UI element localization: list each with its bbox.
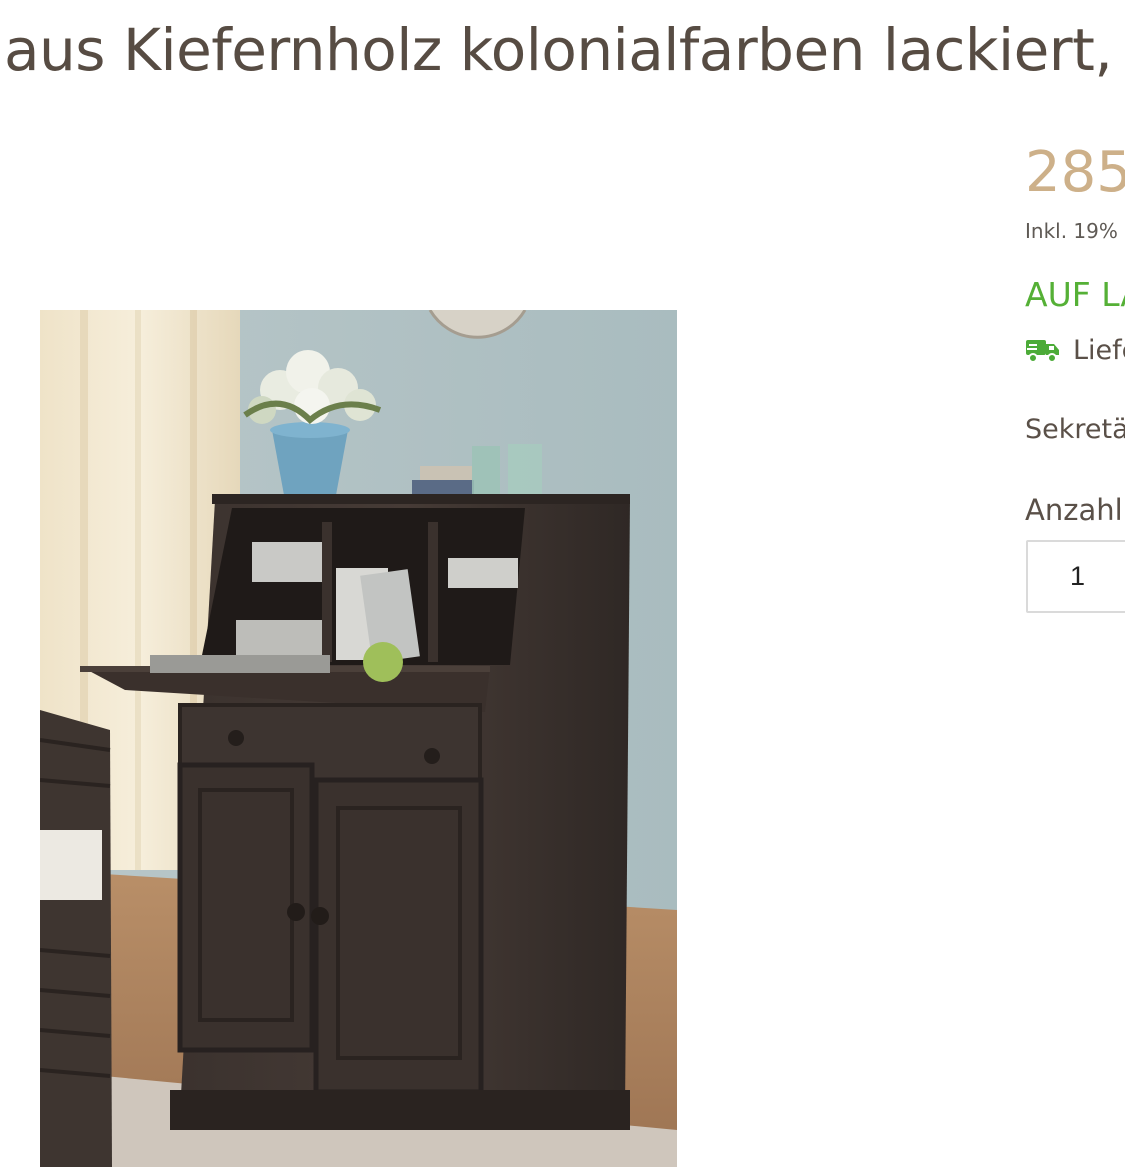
product-price: 285 <box>1025 140 1125 205</box>
buy-box: 285 Inkl. 19% AUF LA Liefe Sekretä Anzah… <box>1025 130 1125 650</box>
delivery-text: Liefe <box>1073 334 1125 366</box>
variant-name: Sekretä <box>1025 414 1125 445</box>
tax-note: Inkl. 19% <box>1025 219 1118 243</box>
quantity-input[interactable] <box>1026 540 1125 613</box>
delivery-info: Liefe <box>1025 333 1125 367</box>
quantity-label: Anzahl <box>1025 493 1123 527</box>
truck-icon <box>1025 336 1061 364</box>
stock-status: AUF LA <box>1025 275 1125 314</box>
product-title: aus Kiefernholz kolonialfarben lackiert, <box>4 16 1113 84</box>
product-image[interactable] <box>40 310 677 1167</box>
